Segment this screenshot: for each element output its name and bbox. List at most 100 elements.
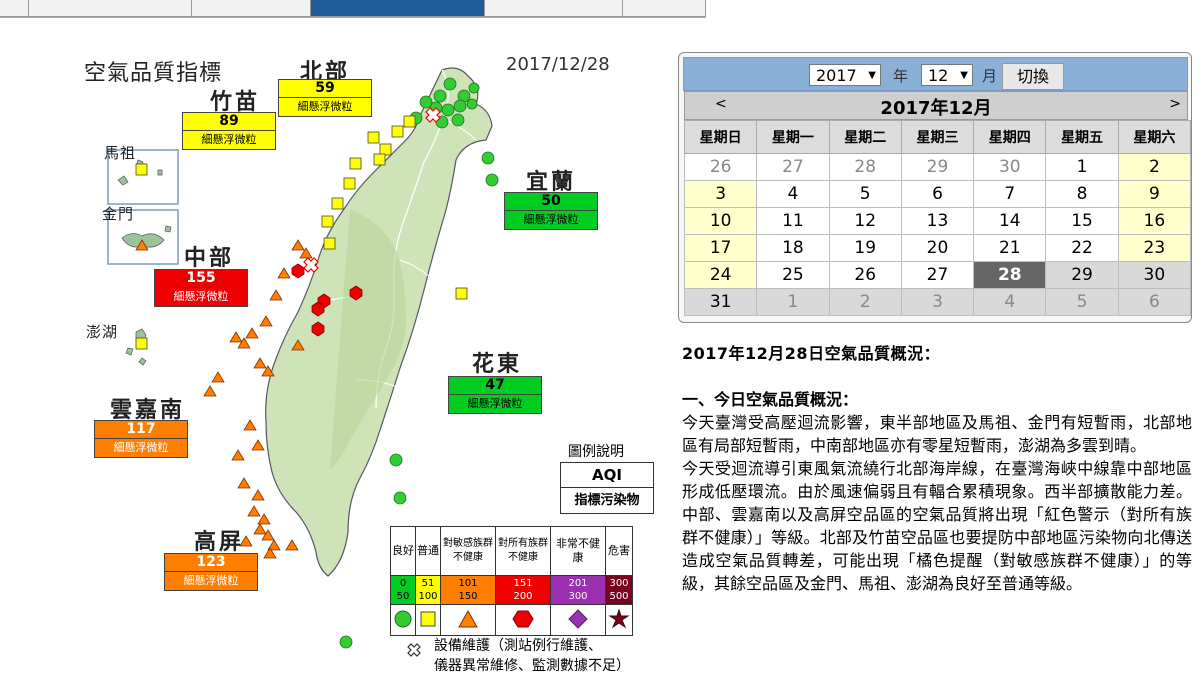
weekday-header: 星期四 (973, 120, 1047, 154)
calendar-day[interactable]: 3 (683, 180, 758, 208)
aqi-map: 空氣品質指標 2017/12/28 北部 59 細懸浮微粒 竹苗 89 細懸浮微… (70, 40, 670, 686)
calendar-grid: 星期日 星期一 星期二 星期三 星期四 星期五 星期六 26 27 28 29 … (683, 120, 1192, 316)
aqi-box-yilan[interactable]: 50 細懸浮微粒 (504, 192, 598, 230)
chevron-down-icon: ▼ (960, 70, 968, 81)
legend-level-head: 對所有族群不健康 (495, 526, 551, 576)
legend-title: 圖例說明 (568, 444, 624, 460)
range-low: 151 (513, 578, 533, 589)
calendar-day[interactable]: 16 (1117, 207, 1192, 235)
month-value: 12 (928, 66, 949, 85)
legend-table: 良好 普通 對敏感族群不健康 對所有族群不健康 非常不健康 危害 0 50 51 1… (390, 526, 633, 636)
switch-button[interactable]: 切換 (1002, 63, 1064, 90)
calendar-day[interactable]: 12 (828, 207, 902, 235)
calendar-day[interactable]: 10 (683, 207, 758, 235)
calendar-day[interactable]: 4 (973, 288, 1047, 316)
calendar-day[interactable]: 5 (1045, 288, 1119, 316)
range-high: 500 (609, 591, 629, 602)
legend-level-head: 非常不健康 (550, 526, 606, 576)
circle-icon (390, 604, 416, 636)
aqi-box-north[interactable]: 59 細懸浮微粒 (278, 79, 372, 117)
calendar-day[interactable]: 11 (756, 207, 830, 235)
calendar-day[interactable]: 27 (900, 261, 975, 289)
calendar-day[interactable]: 14 (973, 207, 1047, 235)
legend-pollutant-label: 指標污染物 (574, 493, 640, 508)
calendar-day[interactable]: 19 (828, 234, 902, 262)
calendar-day[interactable]: 7 (973, 180, 1047, 208)
legend-level-head: 對敏感族群不健康 (440, 526, 496, 576)
calendar-widget: 2017 ▼ 年 12 ▼ 月 切換 < 2017年12月 > 星期日 星期一 … (678, 52, 1192, 323)
range-high: 200 (513, 591, 533, 602)
calendar-day[interactable]: 15 (1045, 207, 1119, 235)
calendar-day[interactable]: 1 (1045, 153, 1119, 181)
calendar-day[interactable]: 3 (900, 288, 975, 316)
tab-active[interactable] (311, 0, 485, 17)
maintenance-x-icon (407, 643, 421, 657)
island-name-kinmen: 金門 (102, 205, 135, 223)
air-quality-summary: 2017年12月28日空氣品質概況： 一、今日空氣品質概況： 今天臺灣受高壓迴流… (682, 340, 1192, 595)
aqi-box-yunjianan[interactable]: 117 細懸浮微粒 (94, 420, 188, 458)
weekday-header: 星期三 (900, 120, 975, 154)
tab[interactable] (192, 0, 311, 17)
calendar-day[interactable]: 25 (756, 261, 830, 289)
calendar-day[interactable]: 29 (900, 153, 975, 181)
calendar-day[interactable]: 26 (828, 261, 902, 289)
calendar-day[interactable]: 27 (756, 153, 830, 181)
year-select[interactable]: 2017 ▼ (809, 64, 881, 86)
calendar-day[interactable]: 9 (1117, 180, 1192, 208)
calendar-day[interactable]: 20 (900, 234, 975, 262)
calendar-day[interactable]: 6 (1117, 288, 1192, 316)
calendar-day[interactable]: 21 (973, 234, 1047, 262)
calendar-day[interactable]: 1 (756, 288, 830, 316)
tab[interactable] (0, 0, 29, 17)
aqi-box-hualien[interactable]: 47 細懸浮微粒 (448, 376, 542, 414)
calendar-day[interactable]: 28 (828, 153, 902, 181)
legend-aqi-label: AQI (561, 463, 653, 488)
tab[interactable] (485, 0, 623, 17)
calendar-day[interactable]: 26 (683, 153, 758, 181)
tab[interactable] (29, 0, 192, 17)
tab[interactable] (623, 0, 706, 17)
aqi-box-central[interactable]: 155 細懸浮微粒 (154, 269, 248, 307)
aqi-pollutant: 細懸浮微粒 (297, 100, 353, 113)
aqi-box-gaoping[interactable]: 123 細懸浮微粒 (164, 553, 258, 591)
calendar-day[interactable]: 30 (1117, 261, 1192, 289)
calendar-day[interactable]: 6 (900, 180, 975, 208)
legend-level-head: 危害 (605, 526, 633, 576)
calendar-day[interactable]: 8 (1045, 180, 1119, 208)
legend-range-sensitive: 101 150 (440, 575, 496, 605)
calendar-day[interactable]: 29 (1045, 261, 1119, 289)
calendar-day-selected[interactable]: 28 (973, 261, 1047, 289)
calendar-title: 2017年12月 (880, 98, 992, 119)
calendar-day[interactable]: 31 (683, 288, 758, 316)
calendar-day[interactable]: 23 (1117, 234, 1192, 262)
region-name-gaoping: 高屏 (194, 529, 245, 555)
calendar-nav: < 2017年12月 > (684, 91, 1188, 120)
calendar-day[interactable]: 18 (756, 234, 830, 262)
calendar-day[interactable]: 24 (683, 261, 758, 289)
range-low: 201 (568, 578, 588, 589)
range-high: 150 (458, 591, 478, 602)
calendar-day[interactable]: 30 (973, 153, 1047, 181)
weekday-header: 星期一 (756, 120, 830, 154)
summary-paragraph-1: 今天臺灣受高壓迴流影響，東半部地區及馬祖、金門有短暫雨，北部地區有局部短暫雨，中… (682, 413, 1192, 455)
weekday-header: 星期日 (683, 120, 758, 154)
calendar-day[interactable]: 5 (828, 180, 902, 208)
island-name-penghu: 澎湖 (86, 323, 119, 341)
maintenance-text-1: 設備維護（測站例行維護、 (434, 638, 602, 654)
legend-level-head: 普通 (415, 526, 441, 576)
range-low: 101 (458, 578, 478, 589)
calendar-day[interactable]: 4 (756, 180, 830, 208)
calendar-day[interactable]: 2 (828, 288, 902, 316)
next-month-button[interactable]: > (1169, 96, 1181, 112)
month-select[interactable]: 12 ▼ (921, 64, 973, 86)
legend-level-head: 良好 (390, 526, 416, 576)
calendar-day[interactable]: 13 (900, 207, 975, 235)
range-low: 0 (399, 578, 407, 589)
aqi-box-zhumiao[interactable]: 89 細懸浮微粒 (182, 112, 276, 150)
month-label: 月 (982, 67, 998, 85)
aqi-value: 47 (449, 377, 541, 395)
calendar-day[interactable]: 17 (683, 234, 758, 262)
calendar-day[interactable]: 2 (1117, 153, 1192, 181)
calendar-day[interactable]: 22 (1045, 234, 1119, 262)
legend-range-good: 0 50 (390, 575, 416, 605)
